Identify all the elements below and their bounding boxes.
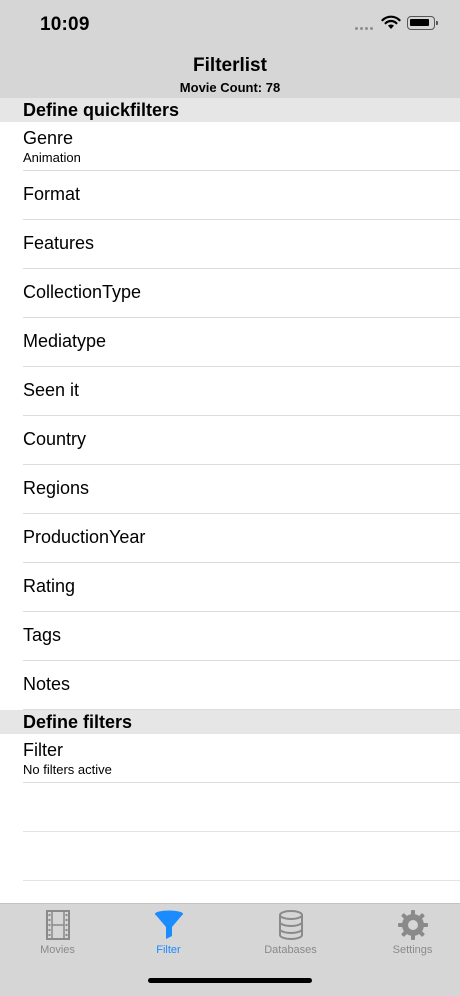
page-title: Filterlist bbox=[193, 55, 267, 76]
row-label: Filter bbox=[23, 740, 63, 760]
tab-label: Databases bbox=[264, 944, 317, 956]
row-label: CollectionType bbox=[23, 282, 142, 302]
quickfilter-row-collectiontype[interactable]: CollectionType bbox=[0, 269, 460, 318]
quickfilter-row-tags[interactable]: Tags bbox=[0, 612, 460, 661]
quickfilter-row-format[interactable]: Format bbox=[0, 171, 460, 220]
quickfilter-row-features[interactable]: Features bbox=[0, 220, 460, 269]
quickfilter-row-productionyear[interactable]: ProductionYear bbox=[0, 514, 460, 563]
row-label: Regions bbox=[23, 478, 90, 498]
row-label: Seen it bbox=[23, 380, 80, 400]
row-value: Animation bbox=[23, 150, 81, 165]
status-time: 10:09 bbox=[40, 14, 90, 35]
database-icon bbox=[278, 910, 303, 940]
row-label: ProductionYear bbox=[23, 527, 146, 547]
row-label: Country bbox=[23, 429, 87, 449]
cellular-signal-icon bbox=[355, 27, 375, 31]
movie-count: Movie Count: 78 bbox=[179, 80, 281, 95]
tab-settings[interactable]: Settings bbox=[355, 904, 460, 964]
navigation-bar: Filterlist Movie Count: 78 bbox=[0, 50, 460, 98]
row-label: Mediatype bbox=[23, 331, 107, 351]
home-indicator bbox=[148, 978, 312, 983]
row-value: No filters active bbox=[23, 762, 112, 777]
quickfilter-row-genre[interactable]: Genre Animation bbox=[0, 122, 460, 171]
quickfilter-row-rating[interactable]: Rating bbox=[0, 563, 460, 612]
row-label: Tags bbox=[23, 625, 62, 645]
status-bar: 10:09 bbox=[0, 0, 460, 50]
empty-row bbox=[0, 783, 460, 832]
row-label: Format bbox=[23, 184, 81, 204]
tab-label: Movies bbox=[40, 944, 75, 956]
battery-icon bbox=[407, 16, 438, 30]
row-label: Rating bbox=[23, 576, 76, 596]
row-label: Genre bbox=[23, 128, 74, 148]
quickfilter-row-mediatype[interactable]: Mediatype bbox=[0, 318, 460, 367]
tab-label: Filter bbox=[156, 944, 181, 956]
quickfilter-row-notes[interactable]: Notes bbox=[0, 661, 460, 710]
row-label: Notes bbox=[23, 674, 71, 694]
section-header-filters: Define filters bbox=[0, 710, 460, 734]
section-header-quickfilters: Define quickfilters bbox=[0, 98, 460, 122]
film-icon bbox=[45, 910, 70, 940]
quickfilter-row-country[interactable]: Country bbox=[0, 416, 460, 465]
quickfilter-row-seen-it[interactable]: Seen it bbox=[0, 367, 460, 416]
gear-icon bbox=[397, 910, 428, 940]
empty-row bbox=[0, 832, 460, 881]
row-label: Features bbox=[23, 233, 95, 253]
quickfilter-row-regions[interactable]: Regions bbox=[0, 465, 460, 514]
tab-label: Settings bbox=[392, 944, 433, 956]
section-title: Define filters bbox=[23, 712, 133, 732]
tab-filter[interactable]: Filter bbox=[111, 904, 226, 964]
section-title: Define quickfilters bbox=[23, 100, 180, 120]
funnel-icon bbox=[154, 910, 183, 939]
tab-movies[interactable]: Movies bbox=[0, 904, 115, 964]
tab-databases[interactable]: Databases bbox=[233, 904, 348, 964]
filter-row[interactable]: Filter No filters active bbox=[0, 734, 460, 783]
wifi-icon bbox=[381, 15, 401, 29]
